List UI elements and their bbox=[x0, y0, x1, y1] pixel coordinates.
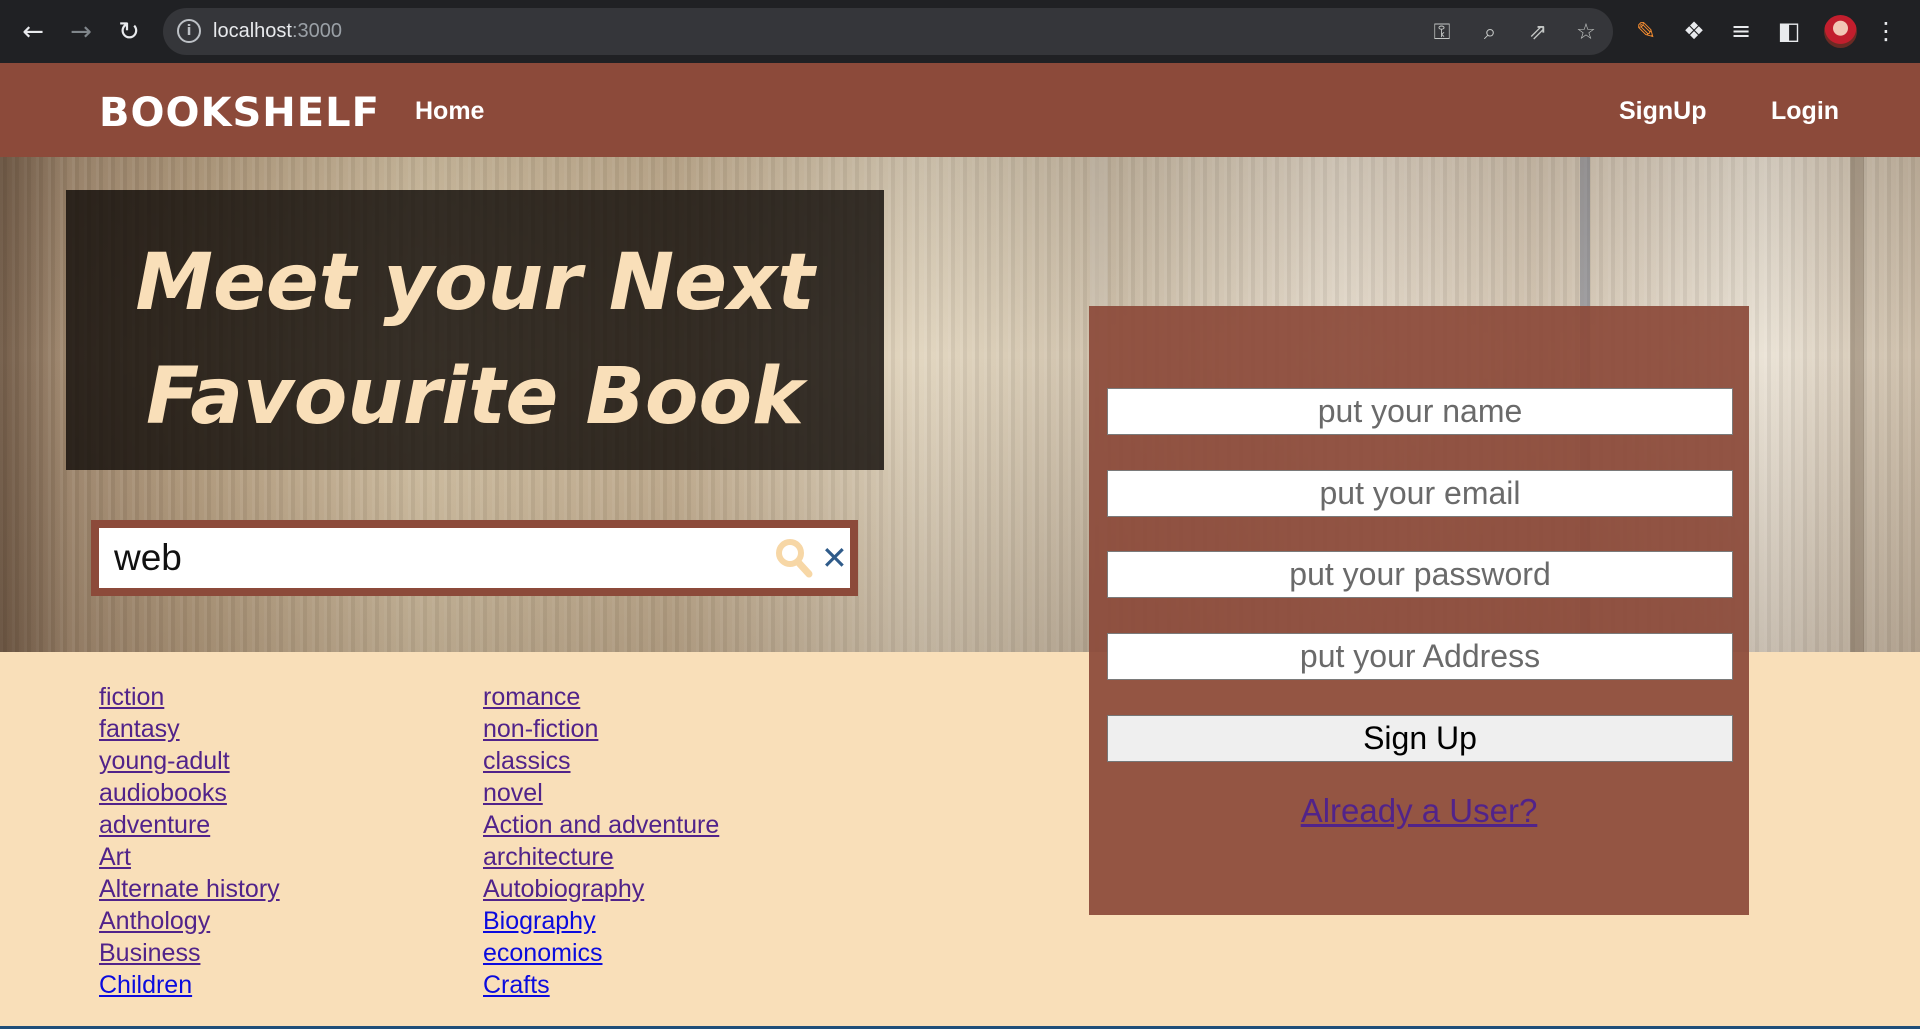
url-host: localhost bbox=[213, 20, 292, 42]
search-icon[interactable] bbox=[775, 538, 813, 578]
nav-home-link[interactable]: Home bbox=[415, 97, 484, 126]
signup-button[interactable]: Sign Up bbox=[1107, 715, 1733, 762]
category-list-left: fiction fantasy young-adult audiobooks adven… bbox=[99, 681, 280, 1001]
category-link[interactable]: Crafts bbox=[483, 969, 719, 1001]
signup-form: Sign Up Already a User? bbox=[1089, 306, 1749, 915]
category-link[interactable]: fiction bbox=[99, 681, 280, 713]
category-link[interactable]: Autobiography bbox=[483, 873, 719, 905]
reload-icon[interactable]: ↻ bbox=[109, 12, 149, 52]
url-port: :3000 bbox=[291, 20, 342, 42]
forward-arrow-icon[interactable]: → bbox=[61, 12, 101, 52]
back-arrow-icon[interactable]: ← bbox=[13, 12, 53, 52]
category-link[interactable]: Biography bbox=[483, 905, 719, 937]
site-navbar: BOOKSHELF Home SignUp Login bbox=[0, 63, 1920, 157]
category-link[interactable]: Art bbox=[99, 841, 280, 873]
tagline-box: Meet your Next Favourite Book bbox=[66, 190, 884, 470]
category-link[interactable]: romance bbox=[483, 681, 719, 713]
category-link[interactable]: economics bbox=[483, 937, 719, 969]
pen-extension-icon[interactable]: ✎ bbox=[1629, 14, 1663, 48]
brand-logo[interactable]: BOOKSHELF bbox=[99, 90, 380, 136]
name-field[interactable] bbox=[1107, 388, 1733, 435]
share-icon[interactable]: ⇗ bbox=[1524, 18, 1552, 46]
category-link[interactable]: fantasy bbox=[99, 713, 280, 745]
category-link[interactable]: audiobooks bbox=[99, 777, 280, 809]
search-input[interactable] bbox=[99, 528, 759, 588]
address-url[interactable]: localhost:3000 bbox=[213, 20, 342, 43]
site-info-icon[interactable]: i bbox=[177, 19, 201, 43]
category-link[interactable]: Children bbox=[99, 969, 280, 1001]
address-field[interactable] bbox=[1107, 633, 1733, 680]
category-link[interactable]: young-adult bbox=[99, 745, 280, 777]
email-field[interactable] bbox=[1107, 470, 1733, 517]
media-queue-icon[interactable]: ≡ bbox=[1724, 14, 1758, 48]
password-key-icon[interactable]: ⚿ bbox=[1428, 18, 1456, 46]
side-panel-icon[interactable]: ◧ bbox=[1772, 14, 1806, 48]
category-link[interactable]: Action and adventure bbox=[483, 809, 719, 841]
bookmark-star-icon[interactable]: ☆ bbox=[1572, 18, 1600, 46]
tagline-line-1: Meet your Next bbox=[135, 238, 815, 328]
category-link[interactable]: classics bbox=[483, 745, 719, 777]
address-bar[interactable]: i localhost:3000 ⚿ ⌕ ⇗ ☆ bbox=[163, 8, 1613, 55]
already-user-link[interactable]: Already a User? bbox=[1089, 792, 1749, 830]
nav-signup-link[interactable]: SignUp bbox=[1619, 97, 1707, 126]
category-link[interactable]: Business bbox=[99, 937, 280, 969]
category-link[interactable]: architecture bbox=[483, 841, 719, 873]
clear-icon[interactable]: ✕ bbox=[821, 540, 848, 576]
nav-login-link[interactable]: Login bbox=[1771, 97, 1839, 126]
tagline-line-2: Favourite Book bbox=[146, 352, 804, 442]
zoom-icon[interactable]: ⌕ bbox=[1476, 18, 1504, 46]
category-list-right: romance non-fiction classics novel Action an… bbox=[483, 681, 719, 1001]
hero-tagline: Meet your Next Favourite Book bbox=[66, 226, 884, 454]
category-link[interactable]: Anthology bbox=[99, 905, 280, 937]
extensions-puzzle-icon[interactable]: ❖ bbox=[1677, 14, 1711, 48]
search-bar: ✕ bbox=[91, 520, 858, 596]
kebab-menu-icon[interactable]: ⋮ bbox=[1869, 14, 1903, 48]
browser-toolbar: ← → ↻ i localhost:3000 ⚿ ⌕ ⇗ ☆ ✎ ❖ ≡ ◧ ⋮ bbox=[0, 0, 1920, 63]
category-link[interactable]: novel bbox=[483, 777, 719, 809]
category-link[interactable]: Alternate history bbox=[99, 873, 280, 905]
category-link[interactable]: non-fiction bbox=[483, 713, 719, 745]
category-link[interactable]: adventure bbox=[99, 809, 280, 841]
profile-avatar[interactable] bbox=[1824, 15, 1857, 48]
password-field[interactable] bbox=[1107, 551, 1733, 598]
